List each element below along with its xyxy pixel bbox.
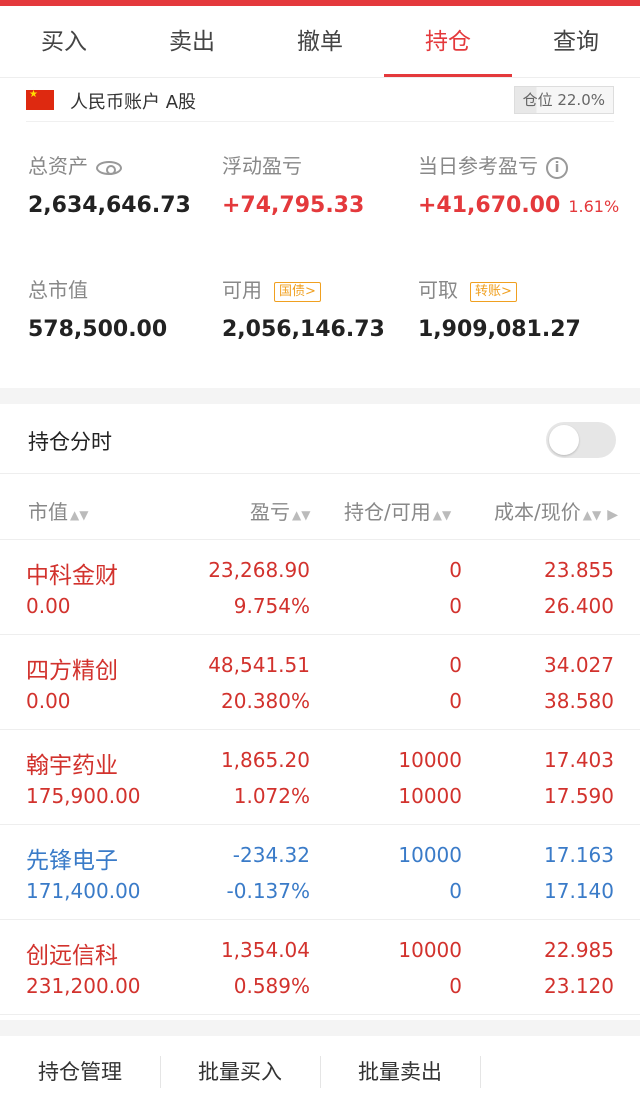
eye-icon[interactable] (96, 160, 122, 175)
position-qty: 10000 (398, 938, 462, 962)
bottom-actions: 持仓管理 批量买入 批量卖出 (0, 1036, 640, 1095)
market-value: 总市值 578,500.00 (28, 274, 167, 342)
position-qty: 0 (449, 558, 462, 582)
cost-price: 17.163 (544, 843, 614, 867)
info-icon[interactable]: i (546, 156, 568, 179)
withdrawable-value: 1,909,081.27 (418, 317, 581, 342)
account-row[interactable]: ★ 人民币账户 A股 仓位 22.0% (26, 86, 614, 122)
trade-tabs: 买入 卖出 撤单 持仓 查询 (0, 6, 640, 78)
chevron-right-icon: ▶ (607, 507, 618, 523)
tab-query[interactable]: 查询 (512, 6, 640, 77)
market-value-value: 578,500.00 (28, 317, 168, 342)
current-price: 38.580 (544, 689, 614, 713)
profit-loss: 1,865.20 (220, 748, 310, 772)
holding-row[interactable]: 先锋电子 171,400.00 -234.32 -0.137% 10000 0 17.163… (0, 825, 640, 920)
sort-icon: ▲▼ (432, 508, 452, 522)
sort-icon: ▲▼ (582, 508, 602, 522)
stock-name: 中科金财 (26, 563, 118, 589)
col-cost-price[interactable]: 成本/现价 ▲▼ ▶ (494, 496, 618, 525)
cost-price: 23.855 (544, 558, 614, 582)
tab-sell[interactable]: 卖出 (128, 6, 256, 77)
sort-icon: ▲▼ (70, 508, 89, 522)
profit-loss-pct: 0.589% (233, 974, 310, 998)
tab-buy[interactable]: 买入 (0, 6, 128, 77)
float-pl: 浮动盈亏 +74,795.33 (222, 150, 364, 218)
profit-loss: 1,354.04 (220, 938, 310, 962)
profit-loss: 23,268.90 (208, 558, 310, 582)
col-position[interactable]: 持仓/可用 ▲▼ (344, 496, 451, 525)
available-qty: 0 (449, 689, 462, 713)
float-pl-value: +74,795.33 (222, 193, 365, 218)
tab-holdings[interactable]: 持仓 (384, 6, 512, 77)
market-value: 0.00 (26, 594, 71, 618)
stock-name: 创远信科 (26, 943, 118, 969)
position-ratio-badge: 仓位 22.0% (513, 86, 614, 114)
more-button[interactable] (480, 1036, 640, 1095)
available-qty: 0 (449, 594, 462, 618)
sort-icon: ▲▼ (292, 508, 311, 522)
profit-loss-pct: -0.137% (226, 879, 310, 903)
position-qty: 10000 (398, 748, 462, 772)
china-flag-icon: ★ (26, 90, 54, 110)
available-qty: 0 (449, 974, 462, 998)
transfer-link[interactable]: 转账> (470, 281, 517, 302)
stock-name: 翰宇药业 (26, 753, 118, 779)
stock-name: 四方精创 (26, 658, 118, 684)
stock-name: 先锋电子 (26, 848, 118, 874)
current-price: 17.590 (544, 784, 614, 808)
profit-loss-pct: 1.072% (233, 784, 310, 808)
holding-row[interactable]: 翰宇药业 175,900.00 1,865.20 1.072% 10000 10000 17… (0, 730, 640, 825)
position-management-button[interactable]: 持仓管理 (0, 1036, 160, 1095)
current-price: 26.400 (544, 594, 614, 618)
tab-cancel[interactable]: 撤单 (256, 6, 384, 77)
market-value: 175,900.00 (26, 784, 141, 808)
daily-pl: 当日参考盈亏 i +41,670.00 1.61% (418, 150, 619, 218)
withdrawable-funds: 可取 转账> 1,909,081.27 (418, 274, 581, 342)
available-qty: 10000 (398, 784, 462, 808)
daily-pl-label: 当日参考盈亏 (418, 154, 538, 178)
batch-sell-button[interactable]: 批量卖出 (320, 1036, 480, 1095)
account-name: 人民币账户 A股 (70, 92, 197, 113)
total-assets: 总资产 2,634,646.73 (28, 150, 191, 218)
float-pl-label: 浮动盈亏 (222, 154, 302, 178)
available-label: 可用 (222, 278, 262, 302)
available-qty: 0 (449, 879, 462, 903)
daily-pl-pct: 1.61% (568, 197, 620, 216)
holdings-section: 持仓分时 市值 ▲▼ 盈亏 ▲▼ 持仓/可用 ▲▼ 成本/现价 ▲▼ ▶ 中科金财 0.00… (0, 404, 640, 1020)
profit-loss-pct: 9.754% (233, 594, 310, 618)
holding-row[interactable]: 中科金财 0.00 23,268.90 9.754% 0 0 23.855 26.400 (0, 540, 640, 635)
market-value: 0.00 (26, 689, 71, 713)
column-headers: 市值 ▲▼ 盈亏 ▲▼ 持仓/可用 ▲▼ 成本/现价 ▲▼ ▶ (0, 474, 640, 540)
holdings-header: 持仓分时 (0, 404, 640, 474)
account-summary: ★ 人民币账户 A股 仓位 22.0% 总资产 2,634,646.73 浮动盈… (0, 78, 640, 388)
position-qty: 0 (449, 653, 462, 677)
holding-row[interactable]: 创远信科 231,200.00 1,354.04 0.589% 10000 0 22.985… (0, 920, 640, 1015)
profit-loss: 48,541.51 (208, 653, 310, 677)
withdrawable-label: 可取 (418, 278, 458, 302)
total-assets-label: 总资产 (28, 154, 88, 178)
holdings-timeshare-toggle[interactable] (546, 422, 616, 458)
batch-buy-button[interactable]: 批量买入 (160, 1036, 320, 1095)
market-value-label: 总市值 (28, 278, 88, 302)
holding-row[interactable]: 四方精创 0.00 48,541.51 20.380% 0 0 34.027 38.580 (0, 635, 640, 730)
cost-price: 22.985 (544, 938, 614, 962)
market-value: 171,400.00 (26, 879, 141, 903)
profit-loss: -234.32 (232, 843, 310, 867)
total-assets-value: 2,634,646.73 (28, 193, 191, 218)
current-price: 17.140 (544, 879, 614, 903)
profit-loss-pct: 20.380% (221, 689, 310, 713)
daily-pl-value: +41,670.00 (418, 193, 561, 218)
position-qty: 10000 (398, 843, 462, 867)
col-pl[interactable]: 盈亏 ▲▼ (250, 496, 310, 525)
available-funds: 可用 国债> 2,056,146.73 (222, 274, 385, 342)
current-price: 23.120 (544, 974, 614, 998)
available-value: 2,056,146.73 (222, 317, 385, 342)
holdings-title: 持仓分时 (28, 430, 112, 454)
market-value: 231,200.00 (26, 974, 141, 998)
cost-price: 17.403 (544, 748, 614, 772)
cost-price: 34.027 (544, 653, 614, 677)
col-market-value[interactable]: 市值 ▲▼ (28, 496, 88, 525)
treasury-bond-link[interactable]: 国债> (274, 281, 321, 302)
